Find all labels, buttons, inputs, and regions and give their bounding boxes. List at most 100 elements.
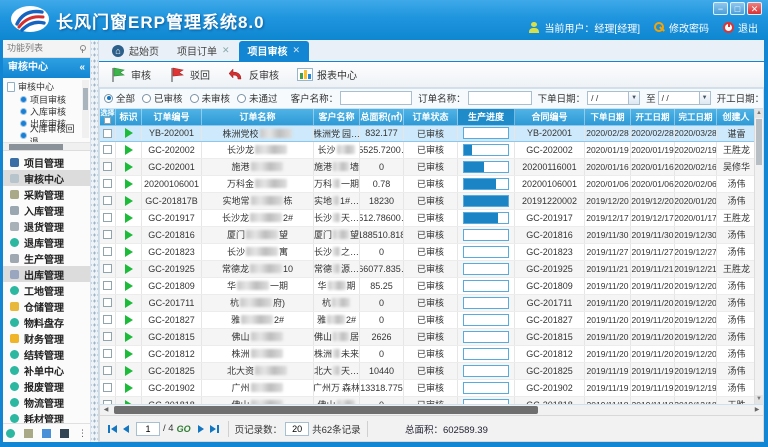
status-radio[interactable]: 未审核 xyxy=(190,91,231,105)
table-row[interactable]: GC-201902 广州 广州万森林 13318.775 已审核 xyxy=(100,380,756,397)
page-number-input[interactable] xyxy=(136,422,160,436)
table-row[interactable]: YB-202001 株洲党校 株洲党园… 832.177 已审核 xyxy=(100,125,756,142)
column-header[interactable]: 客户名称 xyxy=(314,109,360,125)
table-row[interactable]: 20200106001 万科金 万科一期 0.78 已审核 xyxy=(100,176,756,193)
document-tab[interactable]: ⌂ 项目订单 ✕ xyxy=(168,41,239,61)
status-radio[interactable]: 已审核 xyxy=(142,91,183,105)
pin-icon[interactable] xyxy=(78,45,86,53)
column-header[interactable]: 总面积(㎡) xyxy=(360,109,404,125)
sidebar-splitter[interactable] xyxy=(91,40,99,442)
tree-item[interactable]: 入库审核回退 xyxy=(7,129,80,141)
table-row[interactable]: GC-201818 佛山 佛山 0 已审核 xyxy=(100,397,756,404)
sidebar-menu-item[interactable]: 结转管理 xyxy=(3,346,90,362)
row-checkbox[interactable] xyxy=(103,349,112,358)
table-row[interactable]: GC-201827 雅2# 雅2# 0 已审核 xyxy=(100,312,756,329)
scroll-right-icon[interactable]: ▶ xyxy=(751,405,763,415)
reject-button[interactable]: 驳回 xyxy=(164,62,219,87)
brush-icon[interactable] xyxy=(42,429,51,438)
tree-item[interactable]: 入库审核 xyxy=(7,105,80,117)
report-center-button[interactable]: 报表中心 xyxy=(292,63,366,86)
last-page-button[interactable] xyxy=(208,422,222,436)
row-checkbox[interactable] xyxy=(103,213,112,222)
row-checkbox[interactable] xyxy=(103,366,112,375)
dot-icon[interactable] xyxy=(6,429,15,438)
table-row[interactable]: GC-201823 长沙寓 长沙之… 0 已审核 xyxy=(100,244,756,261)
sidebar-menu-item[interactable]: 报废管理 xyxy=(3,378,90,394)
scroll-up-icon[interactable]: ▲ xyxy=(755,109,763,118)
status-radio[interactable]: 全部 xyxy=(104,91,135,105)
go-button[interactable]: GO xyxy=(177,424,191,434)
first-page-button[interactable] xyxy=(105,422,119,436)
table-row[interactable]: GC-201925 常德龙10 常德源… 266077.835… 已审核 xyxy=(100,261,756,278)
sidebar-menu-item[interactable]: 项目管理 xyxy=(3,154,90,170)
chevron-down-icon[interactable]: ▼ xyxy=(699,92,710,104)
change-password-button[interactable]: 修改密码 xyxy=(654,20,709,35)
sidebar-menu-item[interactable]: 审核中心 xyxy=(3,170,90,186)
chevron-down-icon[interactable]: ▼ xyxy=(628,92,639,104)
table-row[interactable]: GC-201809 华一期 华期 85.25 已审核 xyxy=(100,278,756,295)
row-checkbox[interactable] xyxy=(103,400,112,404)
column-header[interactable]: 合同编号 xyxy=(515,109,585,125)
table-row[interactable]: GC-201816 厦门望 厦门望 188510.818 已审核 xyxy=(100,227,756,244)
row-checkbox[interactable] xyxy=(103,179,112,188)
tree-horizontal-scrollbar[interactable] xyxy=(3,143,90,151)
sidebar-menu-item[interactable]: 退库管理 xyxy=(3,234,90,250)
row-checkbox[interactable] xyxy=(103,298,112,307)
sidebar-menu-item[interactable]: 生产管理 xyxy=(3,250,90,266)
row-checkbox[interactable] xyxy=(103,383,112,392)
sidebar-menu-item[interactable]: 仓储管理 xyxy=(3,298,90,314)
row-checkbox[interactable] xyxy=(103,281,112,290)
row-checkbox[interactable] xyxy=(103,129,112,138)
next-page-button[interactable] xyxy=(194,422,208,436)
tree-root-node[interactable]: 审核中心 xyxy=(7,80,80,93)
scrollbar-thumb[interactable] xyxy=(114,406,538,414)
row-checkbox[interactable] xyxy=(103,145,112,154)
scrollbar-thumb[interactable] xyxy=(756,119,762,165)
tree-item[interactable]: 项目审核 xyxy=(7,93,80,105)
sidebar-menu-item[interactable]: 补单中心 xyxy=(3,362,90,378)
audit-button[interactable]: 审核 xyxy=(105,62,160,87)
row-checkbox[interactable] xyxy=(103,230,112,239)
order-date-to-picker[interactable]: / / ▼ xyxy=(658,91,711,105)
tab-close-icon[interactable]: ✕ xyxy=(293,45,301,56)
person-icon[interactable] xyxy=(60,429,69,438)
tab-close-icon[interactable]: ✕ xyxy=(222,45,230,56)
sidebar-menu-item[interactable]: 退货管理 xyxy=(3,218,90,234)
grid-horizontal-scrollbar[interactable]: ◀ ▶ xyxy=(99,405,764,417)
document-tab[interactable]: ⌂ 项目审核 ✕ xyxy=(239,41,310,61)
table-row[interactable]: GC-201815 佛山 佛山居 2626 已审核 xyxy=(100,329,756,346)
sidebar-menu-item[interactable]: 物流管理 xyxy=(3,394,90,410)
status-radio[interactable]: 未通过 xyxy=(237,91,278,105)
column-header[interactable]: 创建人 xyxy=(717,109,756,125)
tree-vertical-scrollbar[interactable] xyxy=(82,80,89,138)
customer-name-input[interactable] xyxy=(340,91,412,105)
column-header[interactable]: 订单编号 xyxy=(142,109,202,125)
table-row[interactable]: GC-201825 北大资 北大天… 10440 已审核 xyxy=(100,363,756,380)
select-column-header[interactable]: 选择 xyxy=(100,109,116,125)
close-button[interactable]: ✕ xyxy=(747,2,762,15)
overflow-icon[interactable]: ⋮ xyxy=(78,428,87,439)
column-header[interactable]: 开工日期 xyxy=(631,109,675,125)
column-header[interactable]: 完工日期 xyxy=(675,109,717,125)
sidebar-menu-item[interactable]: 入库管理 xyxy=(3,202,90,218)
cart-icon[interactable] xyxy=(24,429,33,438)
maximize-button[interactable]: □ xyxy=(730,2,745,15)
sidebar-menu-item[interactable]: 耗材管理 xyxy=(3,410,90,423)
minimize-button[interactable]: − xyxy=(713,2,728,15)
row-checkbox[interactable] xyxy=(103,315,112,324)
select-all-checkbox[interactable] xyxy=(104,117,111,124)
row-checkbox[interactable] xyxy=(103,247,112,256)
collapse-icon[interactable]: « xyxy=(79,58,85,78)
sidebar-menu-item[interactable]: 工地管理 xyxy=(3,282,90,298)
logout-button[interactable]: 退出 xyxy=(723,20,758,35)
row-checkbox[interactable] xyxy=(103,264,112,273)
table-row[interactable]: GC-201711 杭府) 杭 0 已审核 xyxy=(100,295,756,312)
order-name-input[interactable] xyxy=(468,91,532,105)
column-header[interactable]: 订单状态 xyxy=(404,109,458,125)
row-checkbox[interactable] xyxy=(103,162,112,171)
order-date-from-picker[interactable]: / / ▼ xyxy=(587,91,640,105)
column-header[interactable]: 订单名称 xyxy=(202,109,314,125)
sidebar-menu-item[interactable]: 财务管理 xyxy=(3,330,90,346)
unaudit-button[interactable]: 反审核 xyxy=(223,63,288,86)
grid-vertical-scrollbar[interactable]: ▲ ▼ xyxy=(754,109,763,404)
